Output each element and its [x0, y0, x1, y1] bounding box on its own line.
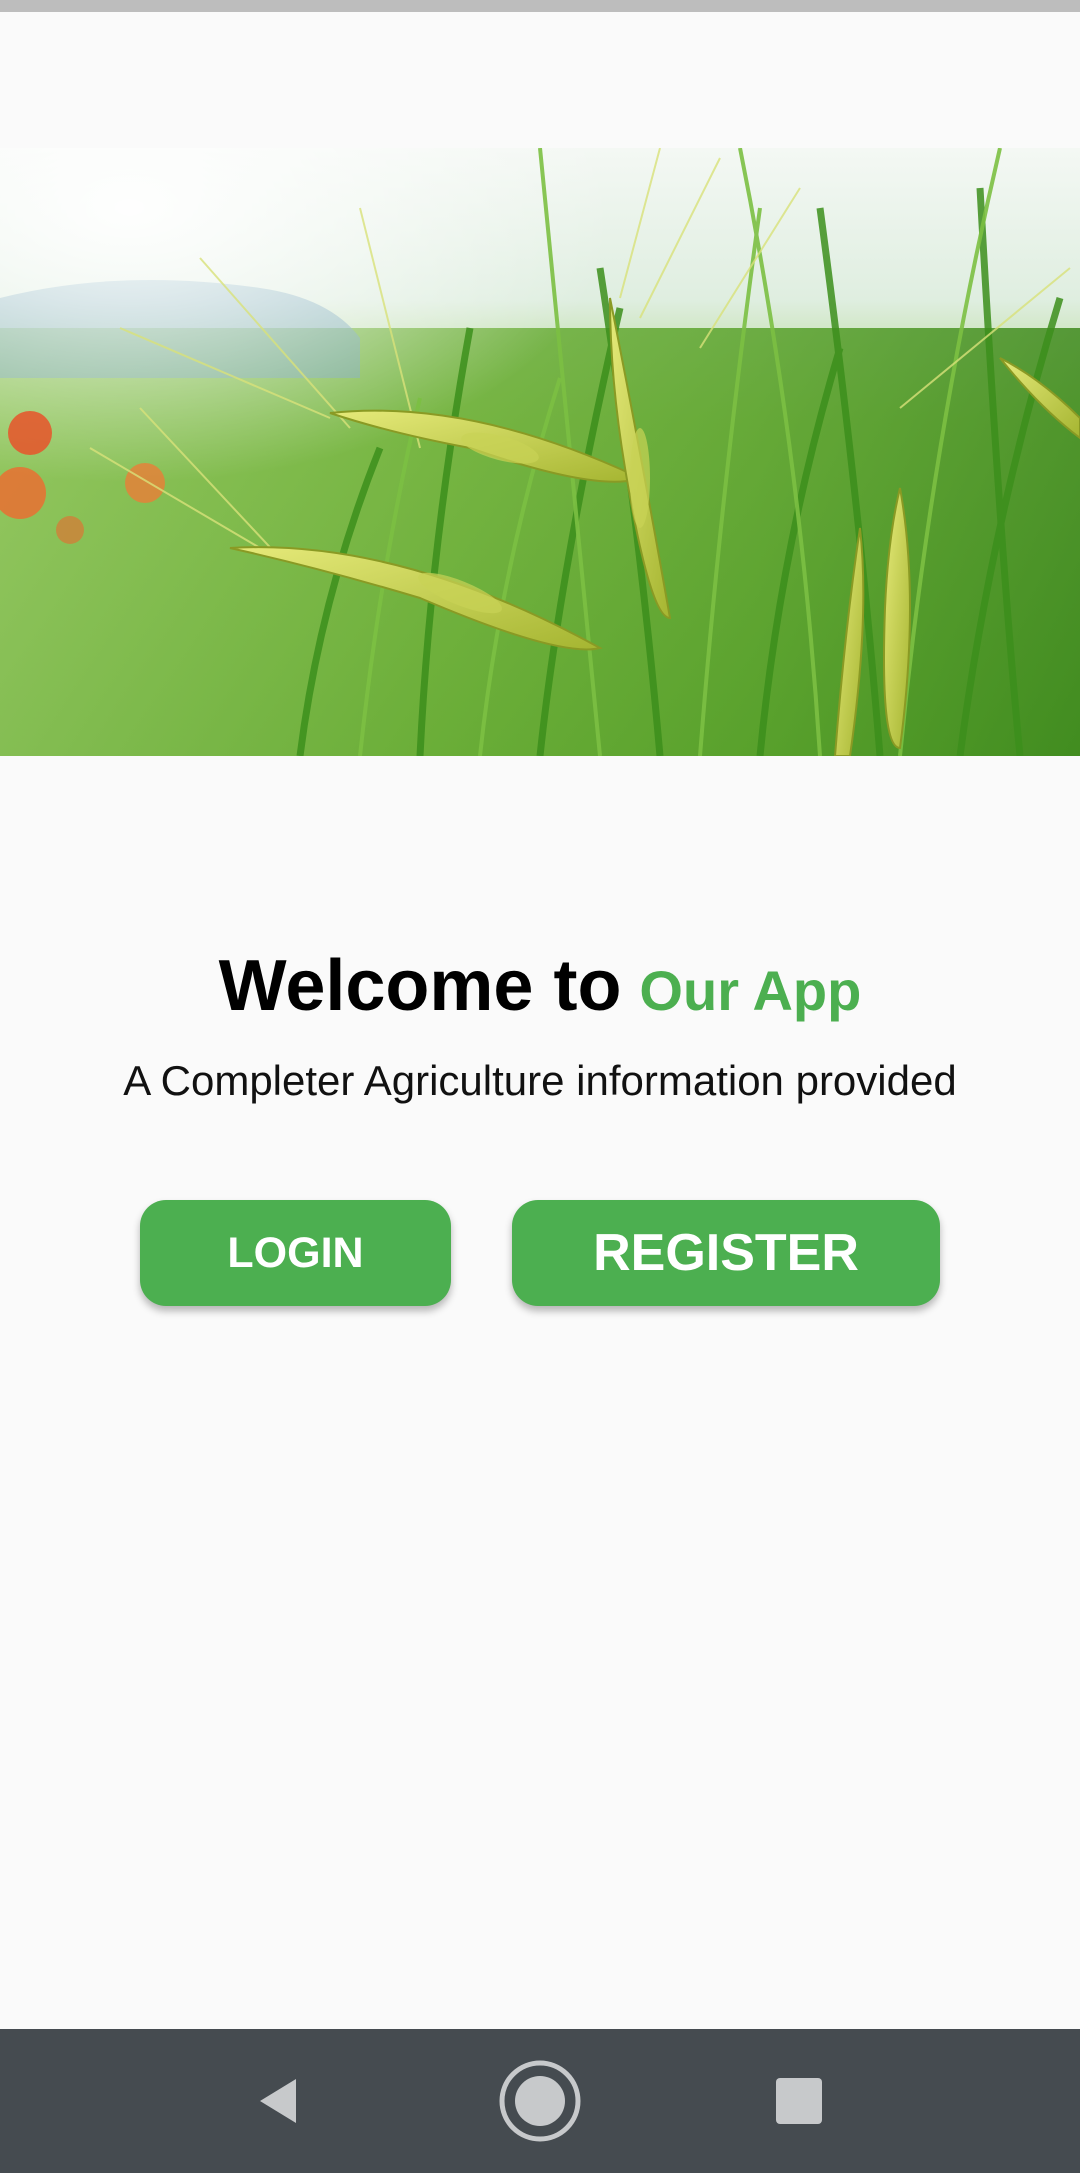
system-navigation-bar [0, 2029, 1080, 2173]
register-button[interactable]: REGISTER [512, 1200, 940, 1306]
back-icon[interactable] [206, 2029, 350, 2173]
app-name: Our App [639, 959, 862, 1022]
tagline: A Completer Agriculture information prov… [123, 1057, 957, 1104]
recents-icon[interactable] [727, 2029, 871, 2173]
welcome-prefix: Welcome to [218, 946, 622, 1026]
welcome-heading: Welcome to Our App [0, 945, 1080, 1027]
login-button[interactable]: LOGIN [140, 1200, 451, 1306]
home-icon[interactable] [468, 2029, 612, 2173]
status-bar [0, 0, 1080, 12]
hero-image [0, 148, 1080, 756]
welcome-screen: Welcome to Our App A Completer Agricultur… [0, 0, 1080, 2173]
